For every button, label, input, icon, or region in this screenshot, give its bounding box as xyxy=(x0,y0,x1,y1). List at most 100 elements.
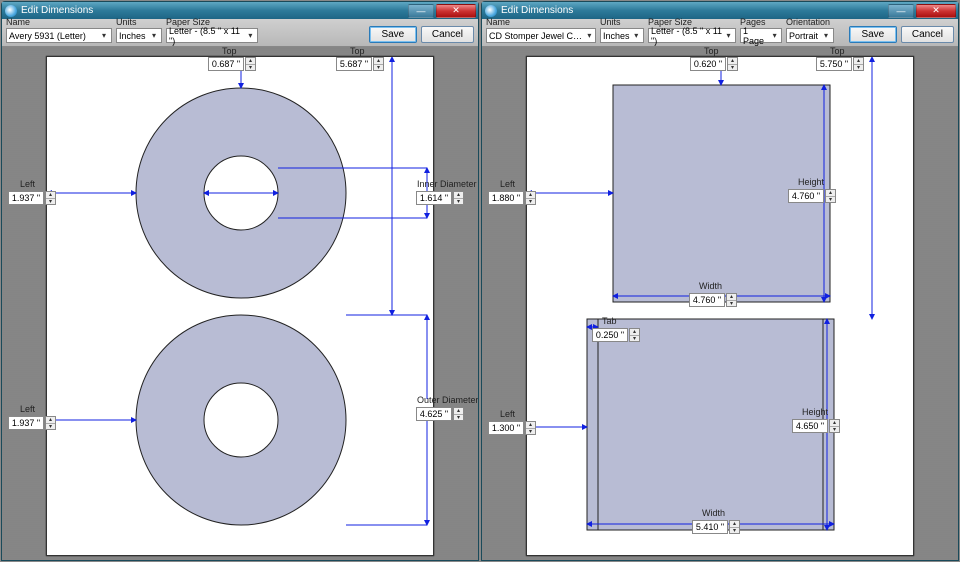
spinner[interactable]: ▴▾ xyxy=(453,191,464,205)
close-button[interactable]: ✕ xyxy=(436,4,476,18)
units-dropdown[interactable]: Inches ▾ xyxy=(600,28,644,43)
chevron-down-icon: ▾ xyxy=(149,31,159,40)
spinner[interactable]: ▴▾ xyxy=(453,407,464,421)
width-label: Width xyxy=(702,508,725,518)
outer-input[interactable]: 4.625 " xyxy=(416,407,452,421)
tab-label: Tab xyxy=(602,316,617,326)
left-label: Left xyxy=(500,179,515,189)
units-field: Units Inches ▾ xyxy=(600,17,644,43)
h1-input[interactable]: 4.760 " xyxy=(788,189,824,203)
w2-box: 5.410 " ▴▾ xyxy=(692,520,740,534)
spinner[interactable]: ▴▾ xyxy=(45,416,56,430)
spinner[interactable]: ▴▾ xyxy=(729,520,740,534)
spinner[interactable]: ▴▾ xyxy=(525,191,536,205)
minimize-button[interactable]: — xyxy=(888,4,914,18)
name-dropdown[interactable]: Avery 5931 (Letter) ▾ xyxy=(6,28,112,43)
paper-dropdown[interactable]: Letter - (8.5 " x 11 ") ▾ xyxy=(166,28,258,43)
spinner[interactable]: ▴▾ xyxy=(853,57,864,71)
cancel-button[interactable]: Cancel xyxy=(421,26,474,43)
h2-input[interactable]: 4.650 " xyxy=(792,419,828,433)
top1-input[interactable]: 0.620 " xyxy=(690,57,726,71)
top2-input[interactable]: 5.687 " xyxy=(336,57,372,71)
orientation-dropdown[interactable]: Portrait ▾ xyxy=(786,28,834,43)
height-label: Height xyxy=(802,407,828,417)
top-label: Top xyxy=(830,47,845,56)
w2-input[interactable]: 5.410 " xyxy=(692,520,728,534)
save-button[interactable]: Save xyxy=(849,26,897,43)
save-button[interactable]: Save xyxy=(369,26,417,43)
toolbar: Name CD Stomper Jewel Case (Letter) ▾ Un… xyxy=(482,19,958,47)
name-label: Name xyxy=(486,17,596,27)
spinner[interactable]: ▴▾ xyxy=(726,293,737,307)
height-label: Height xyxy=(798,177,824,187)
outer-diameter-label: Outer Diameter xyxy=(417,395,478,405)
close-button[interactable]: ✕ xyxy=(916,4,956,18)
name-value: Avery 5931 (Letter) xyxy=(9,31,86,41)
units-label: Units xyxy=(600,17,644,27)
window-edit-dimensions-left: Edit Dimensions — ✕ Name Avery 5931 (Let… xyxy=(1,1,479,561)
orientation-label: Orientation xyxy=(786,17,834,27)
paper-value: Letter - (8.5 " x 11 ") xyxy=(651,26,722,46)
canvas: Top 0.620 " ▴▾ Top 5.750 " ▴▾ Left 1.880… xyxy=(482,47,958,560)
units-dropdown[interactable]: Inches ▾ xyxy=(116,28,162,43)
app-icon xyxy=(485,5,497,17)
name-label: Name xyxy=(6,17,112,27)
units-value: Inches xyxy=(603,31,630,41)
canvas: Top 0.687 " ▴▾ Top 5.687 " ▴▾ Left 1.937… xyxy=(2,47,478,560)
spinner[interactable]: ▴▾ xyxy=(825,189,836,203)
spinner[interactable]: ▴▾ xyxy=(629,328,640,342)
inner-diameter-label: Inner Diameter xyxy=(417,179,477,189)
left-label: Left xyxy=(20,404,35,414)
left-label: Left xyxy=(500,409,515,419)
left1-box: 1.880 " ▴▾ xyxy=(488,191,536,205)
left2-input[interactable]: 1.300 " xyxy=(488,421,524,435)
top2-value-box: 5.687 " ▴▾ xyxy=(336,57,384,71)
left1-value-box: 1.937 " ▴▾ xyxy=(8,191,56,205)
paper-dropdown[interactable]: Letter - (8.5 " x 11 ") ▾ xyxy=(648,28,736,43)
top1-box: 0.620 " ▴▾ xyxy=(690,57,738,71)
paper-value: Letter - (8.5 " x 11 ") xyxy=(169,26,244,46)
inner-input[interactable]: 1.614 " xyxy=(416,191,452,205)
left1-input[interactable]: 1.937 " xyxy=(8,191,44,205)
orientation-value: Portrait xyxy=(789,31,818,41)
minimize-button[interactable]: — xyxy=(408,4,434,18)
paper-field: Paper Size Letter - (8.5 " x 11 ") ▾ xyxy=(166,17,258,43)
top1-input[interactable]: 0.687 " xyxy=(208,57,244,71)
cancel-button[interactable]: Cancel xyxy=(901,26,954,43)
chevron-down-icon: ▾ xyxy=(724,31,733,40)
units-value: Inches xyxy=(119,31,146,41)
chevron-down-icon: ▾ xyxy=(821,31,831,40)
chevron-down-icon: ▾ xyxy=(246,31,255,40)
tab-box: 0.250 " ▴▾ xyxy=(592,328,640,342)
top2-input[interactable]: 5.750 " xyxy=(816,57,852,71)
name-value: CD Stomper Jewel Case (Letter) xyxy=(489,31,584,41)
spinner[interactable]: ▴▾ xyxy=(727,57,738,71)
pages-field: Pages 1 Page ▾ xyxy=(740,17,782,43)
name-field: Name CD Stomper Jewel Case (Letter) ▾ xyxy=(486,17,596,43)
left1-input[interactable]: 1.880 " xyxy=(488,191,524,205)
outer-diameter-box: 4.625 " ▴▾ xyxy=(416,407,464,421)
spinner[interactable]: ▴▾ xyxy=(525,421,536,435)
inner-diameter-box: 1.614 " ▴▾ xyxy=(416,191,464,205)
spinner[interactable]: ▴▾ xyxy=(245,57,256,71)
spinner[interactable]: ▴▾ xyxy=(45,191,56,205)
paper-field: Paper Size Letter - (8.5 " x 11 ") ▾ xyxy=(648,17,736,43)
chevron-down-icon: ▾ xyxy=(586,31,593,40)
window-edit-dimensions-right: Edit Dimensions — ✕ Name CD Stomper Jewe… xyxy=(481,1,959,561)
units-field: Units Inches ▾ xyxy=(116,17,162,43)
name-field: Name Avery 5931 (Letter) ▾ xyxy=(6,17,112,43)
toolbar: Name Avery 5931 (Letter) ▾ Units Inches … xyxy=(2,19,478,47)
tab-input[interactable]: 0.250 " xyxy=(592,328,628,342)
window-title: Edit Dimensions xyxy=(501,5,884,16)
chevron-down-icon: ▾ xyxy=(99,31,109,40)
chevron-down-icon: ▾ xyxy=(632,31,641,40)
name-dropdown[interactable]: CD Stomper Jewel Case (Letter) ▾ xyxy=(486,28,596,43)
left2-input[interactable]: 1.937 " xyxy=(8,416,44,430)
app-icon xyxy=(5,5,17,17)
spinner[interactable]: ▴▾ xyxy=(373,57,384,71)
pages-dropdown[interactable]: 1 Page ▾ xyxy=(740,28,782,43)
spinner[interactable]: ▴▾ xyxy=(829,419,840,433)
w1-input[interactable]: 4.760 " xyxy=(689,293,725,307)
h1-box: 4.760 " ▴▾ xyxy=(788,189,836,203)
w1-box: 4.760 " ▴▾ xyxy=(689,293,737,307)
